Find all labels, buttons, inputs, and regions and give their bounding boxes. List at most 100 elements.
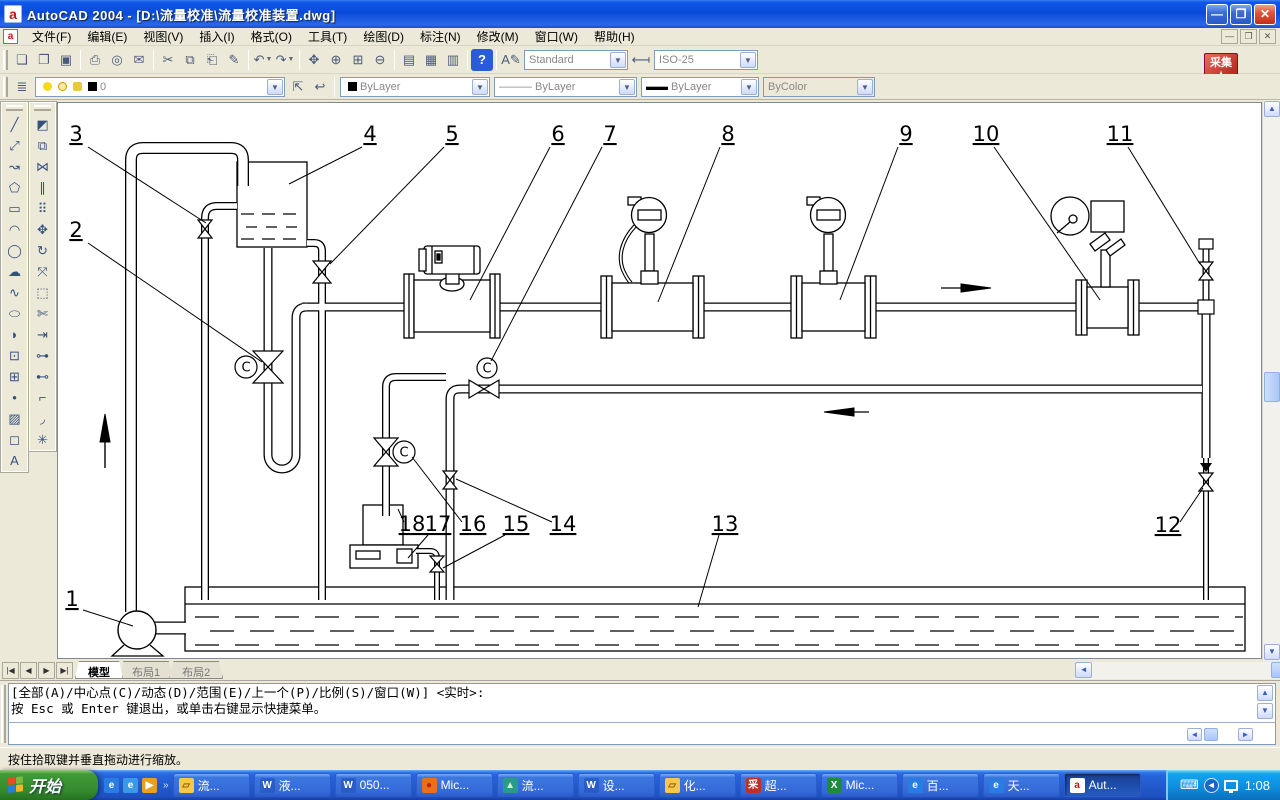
tab-nav-button-1[interactable]: |◀ bbox=[2, 662, 19, 679]
point-tool[interactable]: • bbox=[3, 387, 27, 408]
tab-nav-button-3[interactable]: ▶ bbox=[38, 662, 55, 679]
undo-icon[interactable]: ↶▼ bbox=[252, 49, 274, 71]
revision-cloud-tool[interactable]: ☁ bbox=[3, 261, 27, 282]
save-icon[interactable]: ▣ bbox=[55, 49, 77, 71]
circle-tool[interactable]: ◯ bbox=[3, 240, 27, 261]
layer-lock-icon[interactable] bbox=[73, 82, 82, 91]
command-input[interactable] bbox=[11, 724, 1185, 742]
linetype-combo[interactable]: ——— ByLayer▼ bbox=[494, 77, 637, 97]
task-button-5[interactable]: ▲流... bbox=[497, 773, 574, 797]
vertical-scrollbar[interactable]: ▲ ▼ bbox=[1262, 100, 1280, 661]
horizontal-scrollbar[interactable]: ◄ ► bbox=[1075, 662, 1280, 679]
designcenter-icon[interactable]: ▦ bbox=[420, 49, 442, 71]
quicklaunch-ie-icon[interactable]: e bbox=[104, 778, 119, 793]
palette-grip[interactable] bbox=[6, 105, 23, 111]
close-button[interactable]: ✕ bbox=[1254, 4, 1276, 25]
cut-icon[interactable]: ✂ bbox=[157, 49, 179, 71]
toolbar-grip[interactable] bbox=[3, 50, 8, 70]
erase-tool[interactable]: ◩ bbox=[31, 114, 55, 135]
color-combo[interactable]: ByLayer▼ bbox=[340, 77, 490, 97]
hatch-tool[interactable]: ▨ bbox=[3, 408, 27, 429]
command-hscrollbar[interactable]: ◄ ► bbox=[1187, 728, 1253, 741]
paste-icon[interactable]: ⎗ bbox=[201, 49, 223, 71]
keyboard-tray-icon[interactable]: ⌨ bbox=[1180, 777, 1199, 793]
menu-item-3[interactable]: 视图(V) bbox=[135, 26, 191, 47]
menu-item-7[interactable]: 绘图(D) bbox=[355, 26, 412, 47]
command-scroll-left[interactable]: ◄ bbox=[1187, 728, 1202, 741]
horizontal-scroll-thumb[interactable] bbox=[1271, 662, 1280, 678]
layer-previous-icon[interactable]: ↩ bbox=[309, 76, 331, 98]
task-button-1[interactable]: ▱流... bbox=[173, 773, 250, 797]
construction-line-tool[interactable]: ⤢ bbox=[3, 135, 27, 156]
command-history[interactable]: [全部(A)/中心点(C)/动态(D)/范围(E)/上一个(P)/比例(S)/窗… bbox=[11, 685, 1255, 719]
task-button-7[interactable]: ▱化... bbox=[659, 773, 736, 797]
dim-style-combo[interactable]: ISO-25▼ bbox=[654, 50, 758, 70]
zoom-window-icon[interactable]: ⊞ bbox=[347, 49, 369, 71]
line-tool[interactable]: ╱ bbox=[3, 114, 27, 135]
quicklaunch-explorer-icon[interactable]: e bbox=[123, 778, 138, 793]
tool-palettes-icon[interactable]: ▥ bbox=[442, 49, 464, 71]
tab-nav-button-2[interactable]: ◀ bbox=[20, 662, 37, 679]
menu-item-1[interactable]: 文件(F) bbox=[24, 26, 79, 47]
command-scroll-up[interactable]: ▲ bbox=[1257, 685, 1273, 701]
task-button-8[interactable]: 采超... bbox=[740, 773, 817, 797]
task-button-2[interactable]: W液... bbox=[254, 773, 331, 797]
open-icon[interactable]: ❐ bbox=[33, 49, 55, 71]
polyline-tool[interactable]: ↝ bbox=[3, 156, 27, 177]
new-icon[interactable]: ❏ bbox=[11, 49, 33, 71]
layer-manager-icon[interactable]: ≣ bbox=[11, 76, 33, 98]
document-icon[interactable]: a bbox=[3, 29, 18, 44]
task-button-12[interactable]: aAut... bbox=[1064, 773, 1141, 797]
task-button-10[interactable]: e百... bbox=[902, 773, 979, 797]
restore-button[interactable]: ❐ bbox=[1230, 4, 1252, 25]
command-splitter[interactable] bbox=[9, 722, 1275, 723]
extend-tool[interactable]: ⇥ bbox=[31, 324, 55, 345]
layer-freeze-icon[interactable] bbox=[58, 82, 67, 91]
publish-icon[interactable]: ✉ bbox=[128, 49, 150, 71]
task-button-3[interactable]: W050... bbox=[335, 773, 412, 797]
insert-block-tool[interactable]: ⊡ bbox=[3, 345, 27, 366]
scroll-left-button[interactable]: ◄ bbox=[1075, 662, 1092, 678]
task-button-11[interactable]: e天... bbox=[983, 773, 1060, 797]
print-icon[interactable]: ⎙ bbox=[84, 49, 106, 71]
make-layer-current-icon[interactable]: ⇱ bbox=[287, 76, 309, 98]
rotate-tool[interactable]: ↻ bbox=[31, 240, 55, 261]
menu-item-4[interactable]: 插入(I) bbox=[191, 26, 242, 47]
help-icon[interactable]: ? bbox=[471, 49, 493, 71]
polygon-tool[interactable]: ⬠ bbox=[3, 177, 27, 198]
doc-close-button[interactable]: ✕ bbox=[1259, 29, 1276, 44]
explode-tool[interactable]: ✳ bbox=[31, 429, 55, 450]
properties-icon[interactable]: ▤ bbox=[398, 49, 420, 71]
text-style-combo[interactable]: Standard▼ bbox=[524, 50, 628, 70]
pan-icon[interactable]: ✥ bbox=[303, 49, 325, 71]
tab-layout1[interactable]: 布局1 bbox=[119, 661, 173, 679]
quicklaunch-media-icon[interactable]: ▶ bbox=[142, 778, 157, 793]
menu-item-2[interactable]: 编辑(E) bbox=[79, 26, 135, 47]
region-tool[interactable]: ◻ bbox=[3, 429, 27, 450]
command-vscrollbar[interactable]: ▲ ▼ bbox=[1257, 685, 1274, 721]
menu-item-8[interactable]: 标注(N) bbox=[412, 26, 469, 47]
menu-item-5[interactable]: 格式(O) bbox=[243, 26, 300, 47]
menu-item-10[interactable]: 窗口(W) bbox=[527, 26, 586, 47]
doc-minimize-button[interactable]: — bbox=[1221, 29, 1238, 44]
command-window-grip[interactable] bbox=[1, 685, 6, 743]
mtext-tool[interactable]: A bbox=[3, 450, 27, 471]
rectangle-tool[interactable]: ▭ bbox=[3, 198, 27, 219]
lineweight-combo[interactable]: ▬▬ ByLayer▼ bbox=[641, 77, 759, 97]
spline-tool[interactable]: ∿ bbox=[3, 282, 27, 303]
language-bar-icon[interactable]: ◄ bbox=[1204, 778, 1219, 793]
tab-layout2[interactable]: 布局2 bbox=[169, 661, 223, 679]
menu-item-11[interactable]: 帮助(H) bbox=[586, 26, 643, 47]
redo-icon[interactable]: ↷▼ bbox=[274, 49, 296, 71]
command-scroll-right[interactable]: ► bbox=[1238, 728, 1253, 741]
make-block-tool[interactable]: ⊞ bbox=[3, 366, 27, 387]
task-button-6[interactable]: W设... bbox=[578, 773, 655, 797]
zoom-previous-icon[interactable]: ⊖ bbox=[369, 49, 391, 71]
command-hscroll-thumb[interactable] bbox=[1204, 728, 1218, 741]
command-scroll-down[interactable]: ▼ bbox=[1257, 703, 1273, 719]
doc-restore-button[interactable]: ❐ bbox=[1240, 29, 1257, 44]
trim-tool[interactable]: ✄ bbox=[31, 303, 55, 324]
print-preview-icon[interactable]: ◎ bbox=[106, 49, 128, 71]
stretch-tool[interactable]: ⬚ bbox=[31, 282, 55, 303]
dim-style-icon[interactable]: ⟻ bbox=[630, 49, 652, 71]
